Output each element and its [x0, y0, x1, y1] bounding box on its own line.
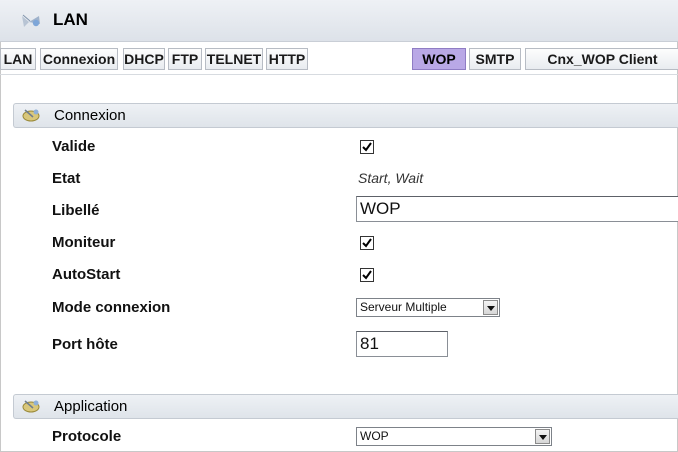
tab-telnet[interactable]: TELNET [205, 48, 263, 70]
protocole-value: WOP [360, 429, 389, 443]
title-bar: LAN [0, 0, 678, 42]
mode-connexion-select[interactable]: Serveur Multiple [356, 298, 500, 317]
tab-wop[interactable]: WOP [412, 48, 466, 70]
check-icon [362, 142, 372, 152]
protocole-select[interactable]: WOP [356, 427, 552, 446]
protocole-label: Protocole [52, 428, 122, 445]
check-icon [362, 270, 372, 280]
tab-ftp[interactable]: FTP [168, 48, 202, 70]
autostart-label: AutoStart [52, 266, 121, 283]
window-title: LAN [53, 10, 88, 29]
check-icon [362, 238, 372, 248]
chevron-down-icon[interactable] [483, 300, 498, 315]
network-icon [20, 12, 42, 30]
satellite-icon [21, 107, 43, 124]
divider [0, 74, 678, 75]
moniteur-label: Moniteur [52, 234, 116, 251]
etat-value: Start, Wait [358, 170, 424, 186]
section-title: Connexion [54, 107, 126, 124]
tab-bar: LAN Connexion DHCP FTP TELNET HTTP WOP S… [0, 48, 678, 70]
tab-smtp[interactable]: SMTP [469, 48, 521, 70]
valide-label: Valide [52, 138, 96, 155]
valide-checkbox[interactable] [360, 140, 374, 154]
libelle-input[interactable]: WOP [356, 196, 678, 222]
section-header-connexion[interactable]: Connexion [13, 103, 678, 128]
autostart-checkbox[interactable] [360, 268, 374, 282]
tab-connexion[interactable]: Connexion [40, 48, 118, 70]
port-hote-input[interactable]: 81 [356, 331, 448, 357]
port-hote-label: Port hôte [52, 336, 118, 353]
tab-cnx-wop-client[interactable]: Cnx_WOP Client [525, 48, 678, 70]
tab-dhcp[interactable]: DHCP [123, 48, 165, 70]
libelle-label: Libellé [52, 202, 100, 219]
chevron-down-icon[interactable] [535, 429, 550, 444]
moniteur-checkbox[interactable] [360, 236, 374, 250]
section-title: Application [54, 398, 128, 415]
tab-lan[interactable]: LAN [0, 48, 36, 70]
satellite-icon [21, 398, 43, 415]
tab-http[interactable]: HTTP [266, 48, 308, 70]
section-header-application[interactable]: Application [13, 394, 678, 419]
etat-label: Etat [52, 170, 81, 187]
mode-connexion-label: Mode connexion [52, 299, 171, 316]
mode-connexion-value: Serveur Multiple [360, 300, 447, 314]
